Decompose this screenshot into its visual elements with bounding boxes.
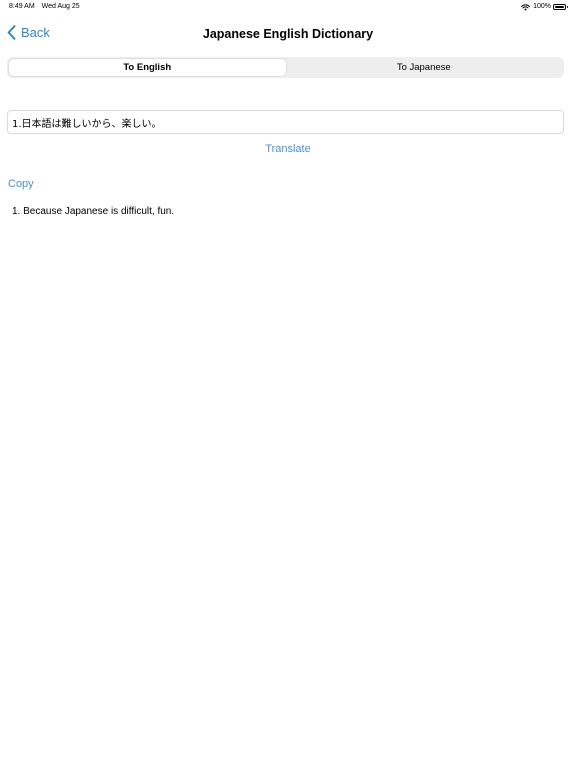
- segment-to-japanese[interactable]: To Japanese: [286, 59, 563, 76]
- source-text-input[interactable]: [7, 110, 564, 134]
- translation-result: 1. Because Japanese is difficult, fun.: [12, 206, 175, 217]
- battery-percent: 100%: [533, 3, 551, 10]
- page-title: Japanese English Dictionary: [202, 27, 374, 41]
- copy-button[interactable]: Copy: [8, 178, 34, 190]
- battery-level: [555, 6, 564, 8]
- translate-button-row: Translate: [0, 143, 576, 155]
- status-right: 100%: [521, 0, 568, 14]
- direction-segmented-control: To English To Japanese: [7, 57, 564, 78]
- status-left: 8:49 AM Wed Aug 25: [9, 0, 80, 14]
- segment-to-english[interactable]: To English: [9, 59, 286, 76]
- status-bar: 8:49 AM Wed Aug 25 100%: [0, 0, 576, 14]
- translate-button[interactable]: Translate: [265, 143, 310, 155]
- status-time: 8:49 AM: [9, 3, 35, 10]
- battery-icon: [553, 4, 568, 10]
- status-date: Wed Aug 25: [41, 3, 80, 10]
- navigation-bar: Back Japanese English Dictionary: [0, 22, 576, 48]
- wifi-icon: [521, 4, 530, 11]
